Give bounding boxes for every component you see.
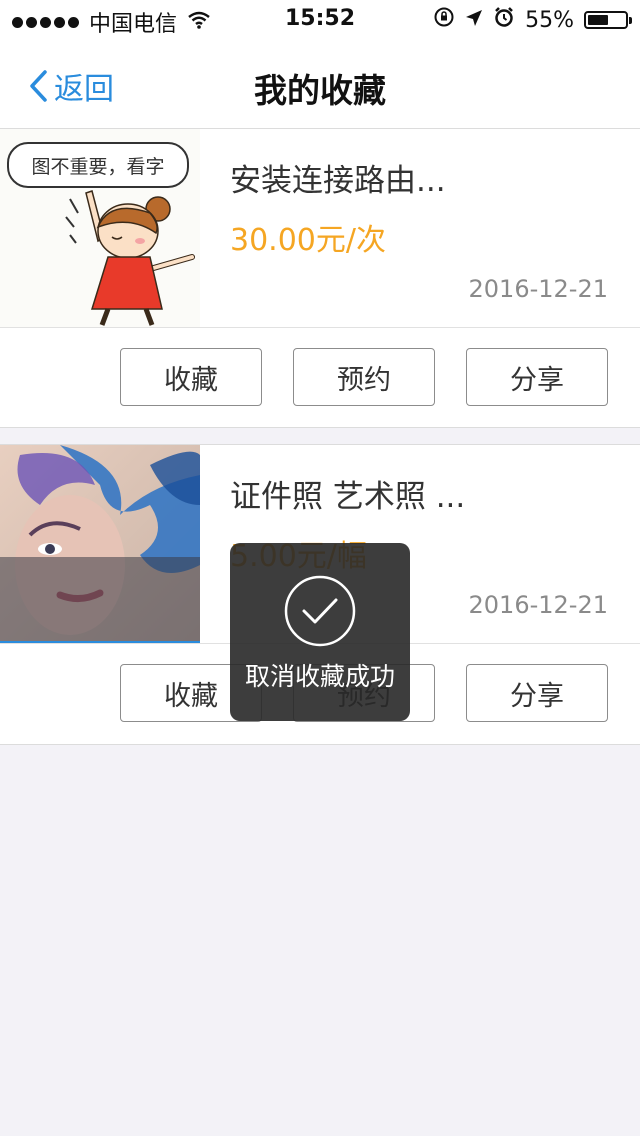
thumbnail-caption: 图不重要，看字 (31, 156, 164, 178)
favorite-button[interactable]: 收藏 (120, 348, 262, 406)
battery-fill (588, 15, 608, 25)
battery-percent: 55% (525, 7, 574, 33)
item-date: 2016-12-21 (468, 591, 608, 619)
alarm-icon (493, 6, 515, 34)
item-date: 2016-12-21 (468, 275, 608, 303)
checkmark-icon (284, 575, 356, 651)
book-button[interactable]: 预约 (293, 348, 435, 406)
status-right: 55% (433, 6, 632, 34)
toast-message: 取消收藏成功 (244, 662, 395, 691)
page-title: 我的收藏 (254, 71, 386, 110)
item-thumbnail: 图不重要，看字 (0, 129, 200, 327)
nav-bar: 返回 我的收藏 (0, 40, 640, 129)
share-button[interactable]: 分享 (466, 664, 608, 722)
location-arrow-icon (465, 8, 483, 33)
item-thumbnail (0, 445, 200, 643)
item-title: 证件照 艺术照 ... (230, 479, 466, 515)
battery-icon (584, 11, 632, 29)
toast-notification: 取消收藏成功 (230, 543, 410, 721)
item-price: 30.00元/次 (230, 223, 386, 258)
divider (0, 327, 640, 328)
rotation-lock-icon (433, 6, 455, 34)
favorite-item[interactable]: 图不重要，看字 安装连接路由... 30.00元/次 2016-12-21 收藏… (0, 129, 640, 428)
status-bar: 中国电信 15:52 55% (0, 0, 640, 40)
item-title: 安装连接路由... (230, 163, 446, 199)
share-button[interactable]: 分享 (466, 348, 608, 406)
